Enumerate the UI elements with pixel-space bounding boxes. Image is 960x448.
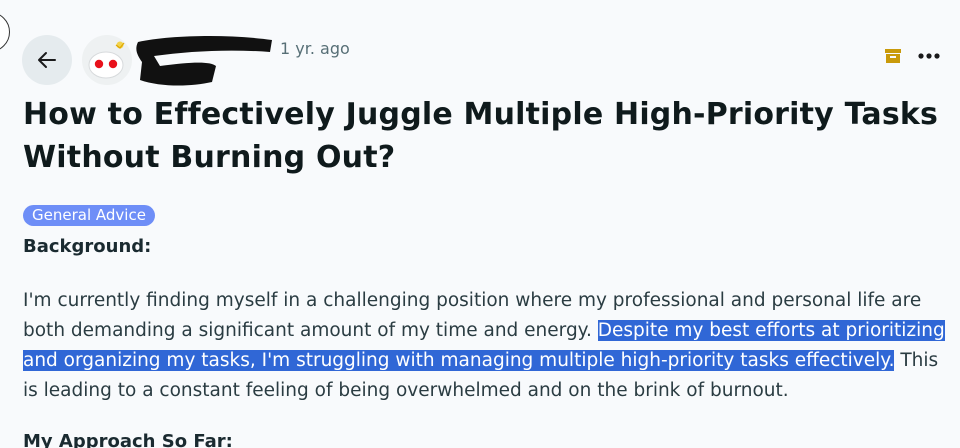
post-timestamp: 1 yr. ago [280,39,350,58]
post-title: How to Effectively Juggle Multiple High-… [23,97,939,175]
redacted-username [136,36,272,86]
post-body-paragraph: I'm currently finding myself in a challe… [23,286,948,406]
post-flair[interactable]: General Advice [23,205,155,226]
more-options-icon[interactable] [918,53,940,59]
arrow-left-icon [38,52,56,68]
post-actions [884,48,940,64]
section-heading-approach: My Approach So Far: [23,431,233,448]
avatar[interactable] [82,35,132,85]
snoo-avatar-icon [82,35,132,85]
archive-icon[interactable] [884,48,902,64]
section-heading-background: Background: [23,236,152,257]
back-button[interactable] [22,35,72,85]
window-edge-control [0,12,10,52]
